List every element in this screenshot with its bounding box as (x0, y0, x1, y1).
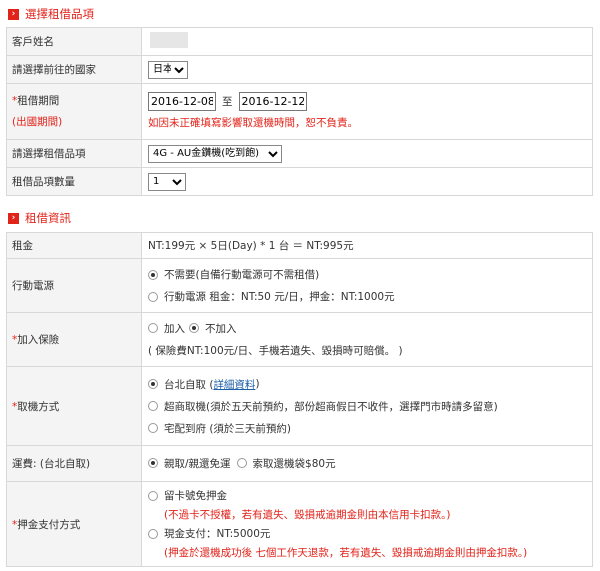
period-row: *租借期間 (出國期間) 至 如因未正確填寫影響取還機時間，恕不負責。 (6, 83, 593, 140)
country-select[interactable]: 日本 (148, 60, 188, 79)
pickup-option-taipei[interactable]: 台北自取 ( 詳細資料 ) (148, 373, 592, 395)
radio-icon[interactable] (148, 323, 158, 333)
rent-row: 租金 NT:199元 × 5日(Day) * 1 台 ＝ NT:995元 (6, 232, 593, 259)
radio-icon[interactable] (236, 458, 247, 468)
period-note: (出國期間) (12, 115, 63, 128)
deposit-label: 押金支付方式 (17, 518, 81, 531)
period-label: 租借期間 (17, 94, 60, 107)
rent-value: NT:199元 × 5日(Day) * 1 台 ＝ NT:995元 (141, 232, 593, 259)
country-row: 請選擇前往的國家 日本 (6, 55, 593, 84)
radio-icon[interactable] (148, 528, 158, 539)
deposit-note-cash: (押金於還機成功後 七個工作天退款，若有遺失、毀損戒逾期金則由押金扣款。) (164, 547, 528, 559)
radio-icon[interactable] (148, 291, 158, 302)
deposit-option-cash[interactable]: 現金支付：NT:5000元 (148, 524, 592, 543)
chevron-right-icon: › (8, 212, 19, 224)
insurance-option-join[interactable]: 加入 (148, 321, 185, 336)
rent-label: 租金 (6, 232, 142, 259)
radio-icon[interactable] (148, 490, 158, 501)
period-label-cell: *租借期間 (出國期間) (6, 83, 142, 140)
insurance-option-decline[interactable]: 不加入 (189, 321, 237, 336)
insurance-label: 加入保險 (17, 334, 60, 346)
radio-icon[interactable] (148, 379, 158, 389)
radio-icon[interactable] (189, 323, 199, 333)
insurance-label-cell: *加入保險 (6, 312, 142, 367)
rental-items-table: 客戶姓名 請選擇前往的國家 日本 *租借期間 (出國期間) 至 如因未正確填寫影… (6, 27, 593, 196)
deposit-label-cell: *押金支付方式 (6, 481, 142, 567)
customer-label: 客戶姓名 (6, 27, 142, 56)
pickup-option-delivery[interactable]: 宅配到府 (須於三天前預約) (148, 417, 592, 439)
details-link[interactable]: 詳細資料 (213, 377, 255, 392)
radio-icon[interactable] (148, 458, 158, 468)
deposit-option-card[interactable]: 留卡號免押金 (148, 486, 592, 505)
quantity-row: 租借品項數量 1 (6, 167, 593, 196)
power-bank-label: 行動電源 (6, 258, 142, 313)
radio-icon[interactable] (148, 423, 158, 433)
customer-row: 客戶姓名 (6, 27, 593, 56)
quantity-label: 租借品項數量 (6, 167, 142, 196)
item-select[interactable]: 4G - AU金鑽機(吃到飽) (148, 144, 282, 163)
power-option-rent[interactable]: 行動電源 租金：NT:50 元/日，押金：NT:1000元 (148, 286, 592, 308)
deposit-row: *押金支付方式 留卡號免押金 (不過卡不授權，若有遺失、毀損戒逾期金則由本信用卡… (6, 481, 593, 567)
item-row: 請選擇租借品項 4G - AU金鑽機(吃到飽) (6, 139, 593, 168)
section-title: 租借資訊 (25, 211, 71, 225)
pickup-label: 取機方式 (17, 400, 60, 413)
radio-icon[interactable] (148, 269, 158, 280)
pickup-option-store[interactable]: 超商取機(須於五天前預約，部份超商假日不收件，選擇門市時請多留意) (148, 395, 592, 417)
section-header-rental-info: › 租借資訊 (8, 210, 71, 226)
date-separator: 至 (222, 96, 233, 108)
customer-name-blurred (150, 32, 188, 48)
section-header-rental-items: › 選擇租借品項 (8, 6, 94, 22)
pickup-row: *取機方式 台北自取 ( 詳細資料 ) 超商取機(須於五天前預約，部份超商假日不… (6, 366, 593, 446)
power-option-none[interactable]: 不需要(自備行動電源可不需租借) (148, 264, 592, 286)
power-bank-row: 行動電源 不需要(自備行動電源可不需租借) 行動電源 租金：NT:50 元/日，… (6, 258, 593, 313)
insurance-row: *加入保險 加入 不加入 ( 保險費NT:100元/日、手機若遺失、毀損時可賠償… (6, 312, 593, 367)
shipping-label: 運費: (台北自取) (6, 445, 142, 482)
shipping-row: 運費: (台北自取) 親取/親還免運 索取還機袋$80元 (6, 445, 593, 482)
quantity-select[interactable]: 1 (148, 172, 186, 191)
pickup-label-cell: *取機方式 (6, 366, 142, 446)
country-label: 請選擇前往的國家 (6, 55, 142, 84)
shipping-option-bag[interactable]: 索取還機袋$80元 (236, 456, 336, 471)
insurance-note: ( 保險費NT:100元/日、手機若遺失、毀損時可賠償。 ) (148, 345, 403, 357)
period-warning: 如因未正確填寫影響取還機時間，恕不負責。 (148, 116, 358, 129)
item-label: 請選擇租借品項 (6, 139, 142, 168)
chevron-right-icon: › (8, 8, 19, 20)
section-title: 選擇租借品項 (25, 7, 94, 21)
shipping-option-free[interactable]: 親取/親還免運 (148, 456, 231, 471)
date-to-input[interactable] (238, 92, 307, 111)
deposit-note-card: (不過卡不授權，若有遺失、毀損戒逾期金則由本信用卡扣款。) (164, 509, 451, 521)
date-from-input[interactable] (148, 92, 216, 111)
radio-icon[interactable] (148, 401, 158, 411)
rental-info-table: 租金 NT:199元 × 5日(Day) * 1 台 ＝ NT:995元 行動電… (6, 232, 593, 567)
